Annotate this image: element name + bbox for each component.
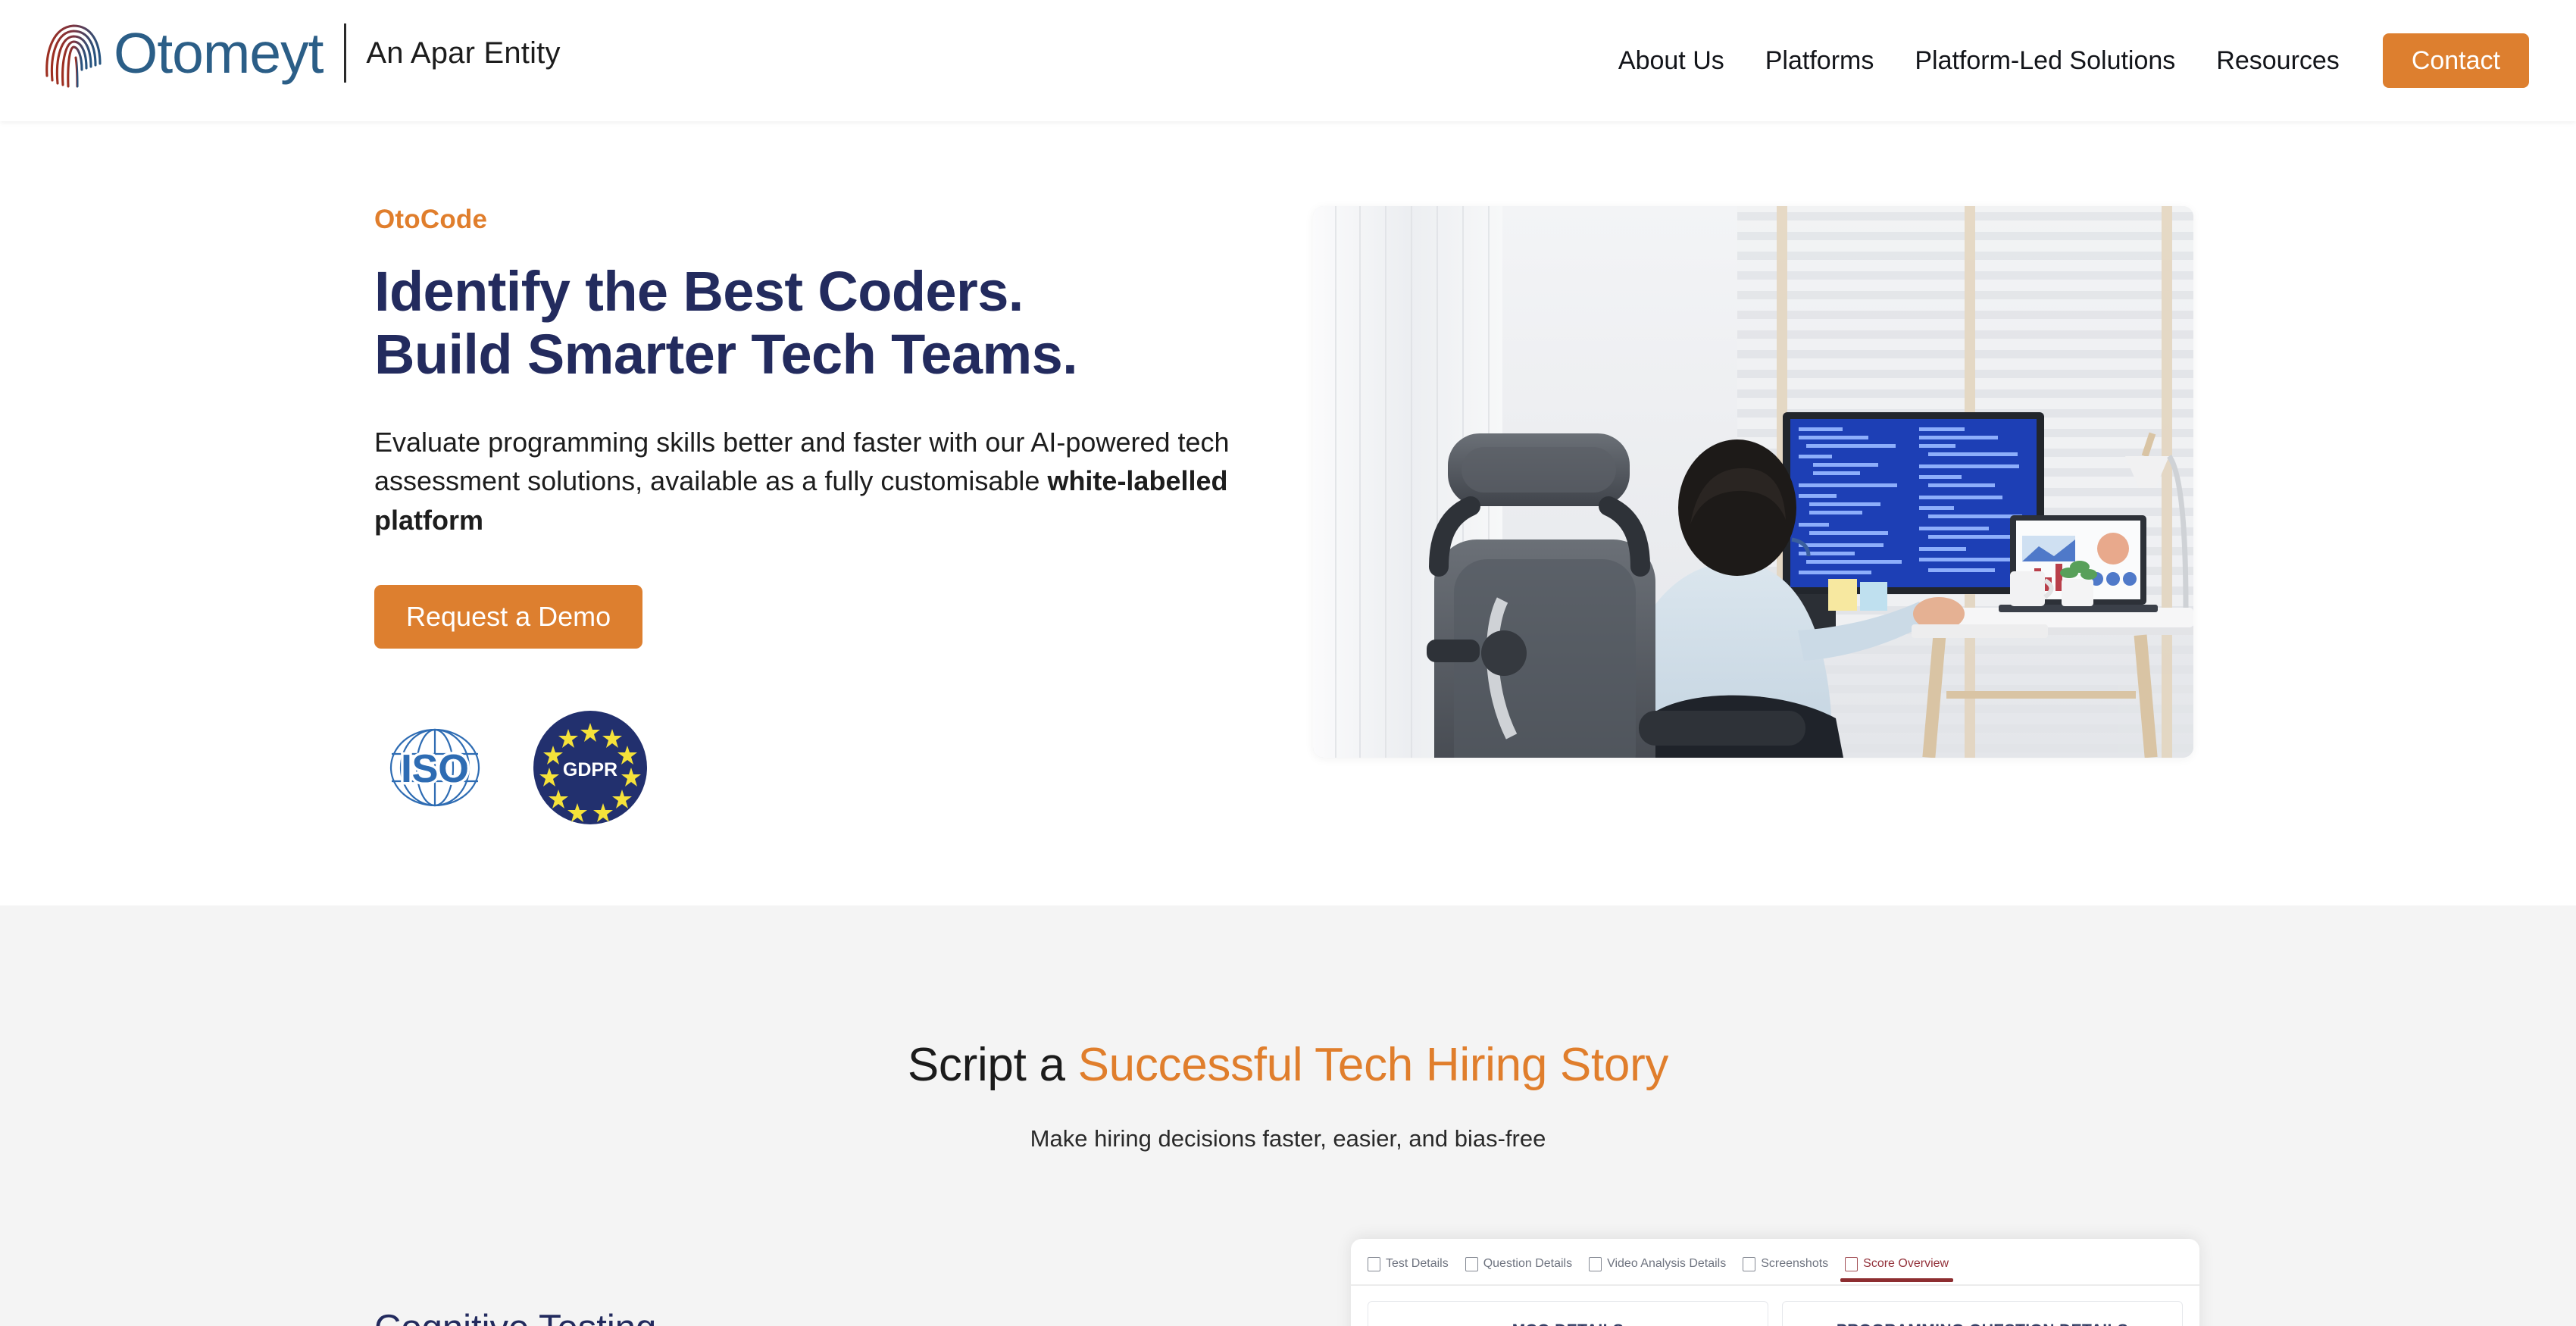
document-icon [1465, 1256, 1478, 1271]
mockup-tab-label: Screenshots [1761, 1257, 1829, 1270]
video-camera-icon [1589, 1256, 1602, 1271]
mockup-tab-bar: Test Details Question Details Video Anal… [1351, 1239, 2199, 1286]
mockup-tab-test-details[interactable]: Test Details [1368, 1256, 1465, 1281]
mockup-tab-label: Video Analysis Details [1607, 1257, 1727, 1270]
mockup-card-title: PROGRAMMING QUESTION DETAILS [1783, 1321, 2182, 1326]
mockup-card-title: MCQ DETAILS [1368, 1321, 1768, 1326]
hero-copy: OtoCode Identify the Best Coders. Build … [374, 205, 1268, 825]
svg-text:ISO: ISO [401, 747, 469, 791]
certification-badges: ISO ISO GDPR [374, 711, 1268, 825]
nav-item-resources[interactable]: Resources [2196, 46, 2360, 76]
brand-tagline: An Apar Entity [366, 36, 561, 70]
section-subtitle: Make hiring decisions faster, easier, an… [1030, 1125, 1546, 1152]
hero-image-illustration [1313, 206, 2193, 758]
hero-eyebrow: OtoCode [374, 205, 488, 234]
section-title-accent: Successful Tech Hiring Story [1077, 1039, 1669, 1091]
contact-button[interactable]: Contact [2382, 33, 2529, 88]
brand-wordmark: Otomeyt [114, 20, 324, 85]
nav-item-platform-led-solutions[interactable]: Platform-Led Solutions [1894, 46, 2196, 76]
mockup-body: MCQ DETAILS PROGRAMMING QUESTION DETAILS [1351, 1286, 2199, 1326]
landing-page: Otomeyt An Apar Entity About Us Platform… [0, 0, 2576, 1326]
product-screenshot-mockup: Test Details Question Details Video Anal… [1351, 1239, 2199, 1326]
site-header: Otomeyt An Apar Entity About Us Platform… [0, 0, 2576, 121]
mockup-card-programming-question-details: PROGRAMMING QUESTION DETAILS [1782, 1301, 2183, 1326]
brand-divider [344, 23, 347, 83]
section-title: Script a Successful Tech Hiring Story [0, 1038, 2576, 1092]
hero-title-line-1: Identify the Best Coders. [374, 260, 1024, 323]
mockup-card-mcq-details: MCQ DETAILS [1368, 1301, 1768, 1326]
clipboard-icon [1368, 1256, 1380, 1271]
hero-image-developer-at-desk [1313, 206, 2193, 758]
image-icon [1743, 1256, 1756, 1271]
hiring-story-section: Script a Successful Tech Hiring Story Ma… [0, 905, 2576, 1326]
nav-item-platforms[interactable]: Platforms [1745, 46, 1895, 76]
iso-badge-icon: ISO ISO [389, 729, 480, 807]
mockup-tab-label: Score Overview [1863, 1257, 1949, 1270]
mockup-tab-question-details[interactable]: Question Details [1465, 1256, 1589, 1281]
hero-title-line-2: Build Smarter Tech Teams. [374, 322, 1078, 386]
gdpr-badge-icon: GDPR [533, 711, 647, 825]
request-a-demo-button[interactable]: Request a Demo [374, 585, 643, 649]
main-navigation: About Us Platforms Platform-Led Solution… [1598, 0, 2529, 121]
hero-subtitle: Evaluate programming skills better and f… [374, 423, 1234, 539]
mockup-tab-video-analysis-details[interactable]: Video Analysis Details [1589, 1256, 1743, 1281]
section-title-prefix: Script a [907, 1039, 1078, 1091]
mockup-tab-label: Test Details [1386, 1257, 1449, 1270]
mockup-tab-screenshots[interactable]: Screenshots [1743, 1256, 1845, 1281]
feature-label-cognitive-testing: Cognitive Testing [374, 1307, 656, 1326]
svg-text:GDPR: GDPR [563, 759, 617, 780]
hero-title: Identify the Best Coders. Build Smarter … [374, 260, 1268, 386]
hero-section: OtoCode Identify the Best Coders. Build … [0, 121, 2576, 905]
mockup-tab-score-overview[interactable]: Score Overview [1840, 1256, 1965, 1282]
chart-icon [1845, 1256, 1859, 1271]
fingerprint-logo-icon [45, 24, 102, 88]
nav-item-about-us[interactable]: About Us [1598, 46, 1745, 76]
mockup-tab-label: Question Details [1483, 1257, 1573, 1270]
brand-logo[interactable]: Otomeyt An Apar Entity [44, 17, 561, 89]
